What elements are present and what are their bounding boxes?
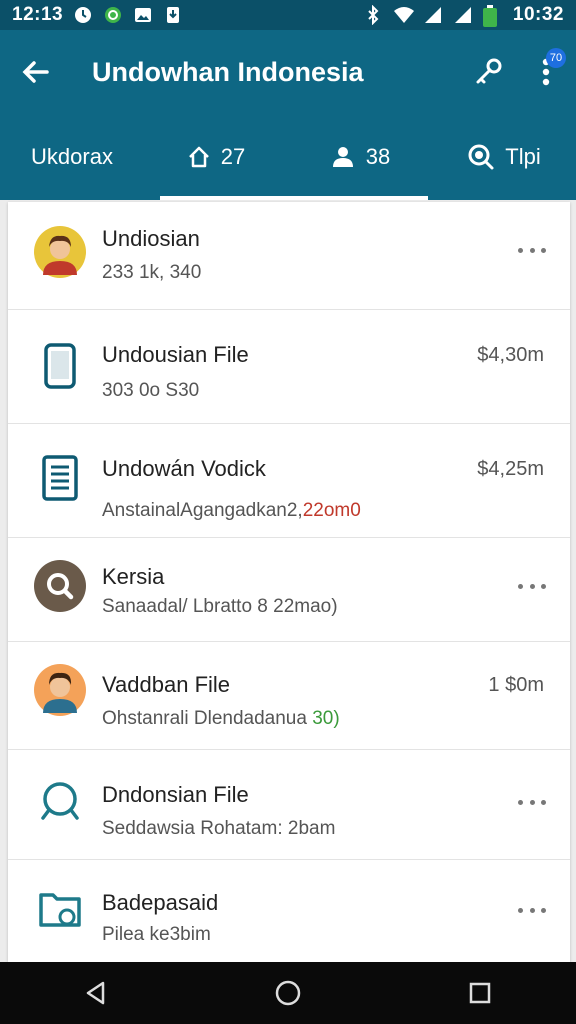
tab-indicator <box>160 196 428 200</box>
system-nav-bar <box>0 962 576 1024</box>
key-icon <box>476 58 502 84</box>
notification-badge: 70 <box>546 48 566 68</box>
bluetooth-icon <box>363 4 383 26</box>
tab-label: Ukdorax <box>31 144 113 169</box>
list-item[interactable]: Kersia Sanaadal/ Lbratto 8 22mao) <box>8 538 570 642</box>
tab-people[interactable]: 38 <box>288 114 432 200</box>
image-icon <box>133 5 153 25</box>
key-button[interactable] <box>460 30 516 114</box>
item-subtitle: 233 1k, 340 <box>102 262 202 283</box>
avatar-man-icon <box>32 224 88 280</box>
search-icon <box>468 144 494 170</box>
folder-icon <box>32 880 88 936</box>
subtitle-main: Ohstanrali Dlendadanua <box>102 708 307 729</box>
list-item[interactable]: Dndonsian File Seddawsia Rohatam: 2bam <box>8 750 570 860</box>
item-title: Undousian File <box>102 342 249 367</box>
subtitle-accent: 22om0 <box>302 500 361 521</box>
item-title: Vaddban File <box>102 672 231 697</box>
item-amount: 1 $0m <box>488 674 544 696</box>
recents-square-icon <box>469 982 491 1004</box>
nav-back-button[interactable] <box>66 963 126 1023</box>
avatar-boy-icon <box>32 662 88 718</box>
whatsapp-icon <box>103 5 123 25</box>
item-subtitle: Ohstanrali Dlendadanua 30) <box>102 708 340 730</box>
phone-icon <box>32 338 88 394</box>
more-horizontal-icon[interactable] <box>518 576 546 596</box>
tab-label: Tlpi <box>505 144 541 169</box>
subtitle-accent: 30) <box>312 708 340 729</box>
clock-icon <box>73 5 93 25</box>
item-title: Badepasaid <box>102 890 219 915</box>
more-horizontal-icon[interactable] <box>518 792 546 812</box>
item-title: Undowán Vodick <box>102 456 266 481</box>
home-circle-icon <box>275 980 301 1006</box>
item-title: Dndonsian File <box>102 782 249 807</box>
search-circle-icon <box>32 558 88 614</box>
list-item[interactable]: Undousian File 303 0o S30 $4,30m <box>8 310 570 424</box>
item-subtitle: AnstainalAgangadkan2,22om0 <box>102 500 361 522</box>
status-time-right: 10:32 <box>512 4 564 25</box>
subtitle-main: AnstainalAgangadkan2, <box>102 500 303 521</box>
item-amount: $4,30m <box>477 344 544 366</box>
people-icon <box>332 147 353 167</box>
list-item[interactable]: Undowán Vodick AnstainalAgangadkan2,22om… <box>8 424 570 538</box>
tab-label: 38 <box>365 144 391 169</box>
home-icon <box>188 146 209 168</box>
tab-bar: Ukdorax 27 38 Tlpi <box>0 114 576 200</box>
item-title: Undiosian <box>102 226 200 251</box>
item-subtitle: Sanaadal/ Lbratto 8 22mao) <box>102 596 338 617</box>
back-triangle-icon <box>86 981 105 1005</box>
item-subtitle: 303 0o S30 <box>102 380 200 401</box>
list-item[interactable]: Badepasaid Pilea ke3bim <box>8 860 570 962</box>
battery-icon <box>482 5 503 27</box>
more-horizontal-icon[interactable] <box>518 240 546 260</box>
nav-home-button[interactable] <box>258 963 318 1023</box>
app-bar: Undowhan Indonesia 70 <box>0 30 576 114</box>
search-outline-icon <box>32 774 88 830</box>
more-horizontal-icon[interactable] <box>518 900 546 920</box>
nav-recents-button[interactable] <box>450 963 510 1023</box>
list-item[interactable]: Vaddban File Ohstanrali Dlendadanua 30) … <box>8 642 570 750</box>
tab-ukdorax[interactable]: Ukdorax <box>0 114 144 200</box>
item-subtitle: Pilea ke3bim <box>102 924 211 945</box>
signal-2-icon <box>453 5 473 25</box>
wifi-icon <box>393 5 414 25</box>
tab-search[interactable]: Tlpi <box>432 114 576 200</box>
signal-icon <box>423 5 443 25</box>
overflow-menu-button[interactable]: 70 <box>516 30 576 114</box>
status-bar: 12:13 10:32 <box>0 0 576 30</box>
back-arrow-icon <box>22 61 49 83</box>
item-subtitle: Seddawsia Rohatam: 2bam <box>102 818 336 839</box>
list-item[interactable]: Undiosian 233 1k, 340 <box>8 202 570 310</box>
item-amount: $4,25m <box>477 458 544 480</box>
item-title: Kersia <box>102 564 165 589</box>
status-time-left: 12:13 <box>12 4 64 25</box>
tab-home[interactable]: 27 <box>144 114 288 200</box>
file-list: Undiosian 233 1k, 340 Undousian File 303… <box>8 202 570 962</box>
download-icon <box>163 5 183 25</box>
back-button[interactable] <box>0 30 72 114</box>
document-icon <box>32 450 88 506</box>
tab-label: 27 <box>220 144 246 169</box>
page-title: Undowhan Indonesia <box>92 56 364 87</box>
